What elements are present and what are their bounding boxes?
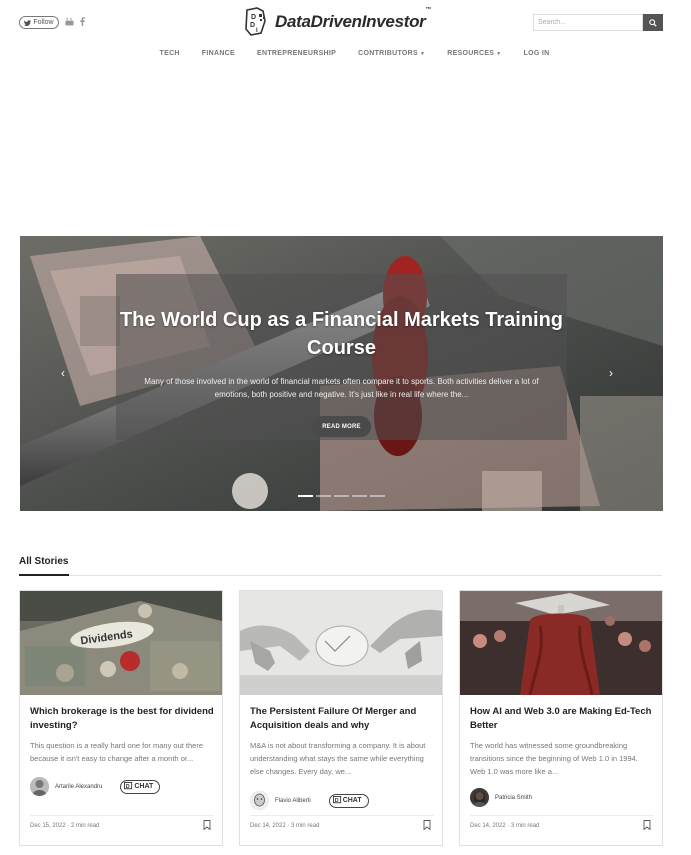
search-input[interactable] bbox=[533, 14, 643, 31]
nav-item-contributors[interactable]: CONTRIBUTORS ▼ bbox=[347, 50, 436, 57]
slider-dot[interactable] bbox=[298, 495, 313, 497]
svg-text:D: D bbox=[334, 798, 338, 804]
nav-item-finance[interactable]: FINANCE bbox=[191, 50, 246, 57]
chat-icon: D bbox=[124, 782, 133, 790]
card-title[interactable]: How AI and Web 3.0 are Making Ed-Tech Be… bbox=[470, 705, 654, 733]
section-title-underline bbox=[19, 574, 69, 576]
chevron-down-icon: ▼ bbox=[496, 50, 502, 57]
card-divider bbox=[470, 815, 654, 816]
slider-dot[interactable] bbox=[370, 495, 385, 497]
search-bar bbox=[533, 14, 663, 31]
svg-text:D: D bbox=[251, 14, 256, 21]
hero-title[interactable]: The World Cup as a Financial Markets Tra… bbox=[116, 306, 567, 362]
card-author: Flavio Aliberti D CHAT bbox=[250, 791, 369, 810]
card-title[interactable]: The Persistent Failure Of Merger and Acq… bbox=[250, 705, 434, 733]
card-meta: Dec 14, 2022 · 3 min read bbox=[470, 823, 540, 829]
chevron-left-icon[interactable]: ‹ bbox=[61, 367, 71, 379]
nav-item-resources[interactable]: RESOURCES ▼ bbox=[436, 50, 512, 57]
section-divider bbox=[19, 575, 662, 576]
card-title[interactable]: Which brokerage is the best for dividend… bbox=[30, 705, 214, 733]
logo-text: DataDrivenInvestor™ bbox=[275, 7, 432, 31]
author-name[interactable]: Flavio Aliberti bbox=[275, 798, 311, 804]
slider-dots bbox=[298, 495, 385, 497]
avatar[interactable] bbox=[470, 788, 489, 807]
slider-dot[interactable] bbox=[316, 495, 331, 497]
avatar[interactable] bbox=[250, 791, 269, 810]
story-card[interactable]: How AI and Web 3.0 are Making Ed-Tech Be… bbox=[459, 590, 663, 846]
slider-dot[interactable] bbox=[352, 495, 367, 497]
card-excerpt: The world has witnessed some groundbreak… bbox=[470, 741, 638, 776]
chat-icon: D bbox=[332, 796, 341, 804]
card-image[interactable] bbox=[240, 591, 442, 695]
author-name[interactable]: Artarile Alexandru bbox=[55, 784, 102, 790]
site-logo[interactable]: D D I DataDrivenInvestor™ bbox=[243, 7, 431, 37]
graduation-image bbox=[460, 591, 662, 695]
chevron-right-icon[interactable]: › bbox=[609, 367, 619, 379]
read-more-button[interactable]: READ MORE bbox=[312, 416, 371, 437]
hero-excerpt: Many of those involved in the world of f… bbox=[144, 377, 539, 399]
card-image[interactable] bbox=[460, 591, 662, 695]
chevron-down-icon: ▼ bbox=[419, 50, 426, 57]
search-button[interactable] bbox=[643, 14, 663, 31]
chat-button[interactable]: D CHAT bbox=[328, 793, 369, 808]
card-author: Patricia Smith bbox=[470, 788, 532, 807]
card-excerpt: M&A is not about transforming a company.… bbox=[250, 741, 426, 776]
logo-mark-icon: D D I bbox=[245, 7, 266, 36]
slider-dot[interactable] bbox=[334, 495, 349, 497]
follow-label: Follow bbox=[33, 19, 54, 26]
nav-item-entrepreneurship[interactable]: ENTREPRENEURSHIP bbox=[246, 50, 347, 57]
twitter-icon bbox=[24, 19, 32, 26]
card-divider bbox=[250, 815, 434, 816]
search-icon bbox=[649, 18, 657, 27]
card-author: Artarile Alexandru D CHAT bbox=[30, 777, 161, 796]
robot-hands-image bbox=[240, 591, 442, 695]
bookmark-icon[interactable] bbox=[203, 820, 211, 830]
section-title[interactable]: All Stories bbox=[19, 556, 68, 567]
card-divider bbox=[30, 815, 214, 816]
story-card[interactable]: Dividends Which brokerage is the best fo… bbox=[19, 590, 223, 846]
hero-slider: The World Cup as a Financial Markets Tra… bbox=[20, 236, 663, 511]
card-excerpt: This question is a really hard one for m… bbox=[30, 741, 204, 763]
nav-item-login[interactable]: LOG IN bbox=[513, 50, 561, 57]
card-meta: Dec 14, 2022 · 3 min read bbox=[250, 823, 320, 829]
youtube-icon[interactable] bbox=[65, 17, 74, 26]
bookmark-icon[interactable] bbox=[423, 820, 431, 830]
svg-text:D: D bbox=[250, 22, 255, 29]
bookmark-icon[interactable] bbox=[643, 820, 651, 830]
avatar[interactable] bbox=[30, 777, 49, 796]
card-meta: Dec 15, 2022 · 2 min read bbox=[30, 823, 100, 829]
author-name[interactable]: Patricia Smith bbox=[495, 795, 532, 801]
nav-item-tech[interactable]: TECH bbox=[149, 50, 191, 57]
main-nav: TECH FINANCE ENTREPRENEURSHIP CONTRIBUTO… bbox=[0, 50, 691, 57]
dividends-image: Dividends bbox=[20, 591, 222, 695]
twitter-follow-button[interactable]: Follow bbox=[19, 16, 59, 29]
facebook-icon[interactable] bbox=[78, 17, 87, 26]
card-image[interactable]: Dividends bbox=[20, 591, 222, 695]
story-card[interactable]: The Persistent Failure Of Merger and Acq… bbox=[239, 590, 443, 846]
svg-text:D: D bbox=[126, 784, 130, 790]
chat-button[interactable]: D CHAT bbox=[120, 779, 161, 794]
